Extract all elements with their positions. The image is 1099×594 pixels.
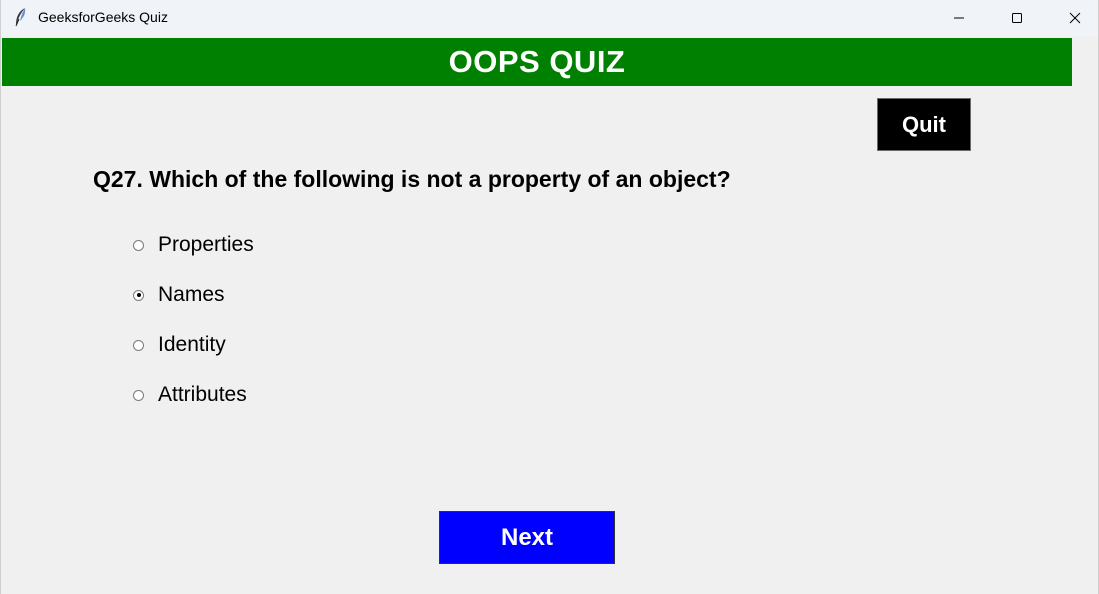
quit-button[interactable]: Quit [877, 98, 971, 151]
option-label: Names [158, 283, 225, 306]
minimize-button[interactable] [936, 0, 982, 36]
option-label: Identity [158, 333, 226, 356]
maximize-button[interactable] [994, 0, 1040, 36]
quiz-title: OOPS QUIZ [448, 44, 626, 79]
radio-button[interactable] [133, 339, 144, 351]
radio-button-selected[interactable] [133, 289, 144, 301]
option-label: Properties [158, 233, 254, 256]
window-title: GeeksforGeeks Quiz [38, 9, 168, 25]
option-label: Attributes [158, 383, 247, 406]
feather-icon [15, 8, 26, 27]
option-properties[interactable]: Properties [133, 230, 254, 260]
question-text: Q27. Which of the following is not a pro… [93, 166, 731, 192]
radio-button[interactable] [133, 389, 144, 401]
title-bar: GeeksforGeeks Quiz [1, 0, 1098, 36]
option-identity[interactable]: Identity [133, 330, 226, 360]
next-button[interactable]: Next [439, 511, 615, 564]
close-button[interactable] [1052, 0, 1098, 36]
minimize-icon [954, 17, 964, 19]
radio-button[interactable] [133, 239, 144, 251]
option-names[interactable]: Names [133, 280, 225, 310]
quiz-header-banner: OOPS QUIZ [2, 38, 1072, 86]
quiz-window: GeeksforGeeks Quiz OOPS QUIZ Quit Q27. W… [0, 0, 1099, 594]
close-icon [1069, 12, 1081, 24]
option-attributes[interactable]: Attributes [133, 380, 247, 410]
maximize-icon [1012, 13, 1022, 23]
